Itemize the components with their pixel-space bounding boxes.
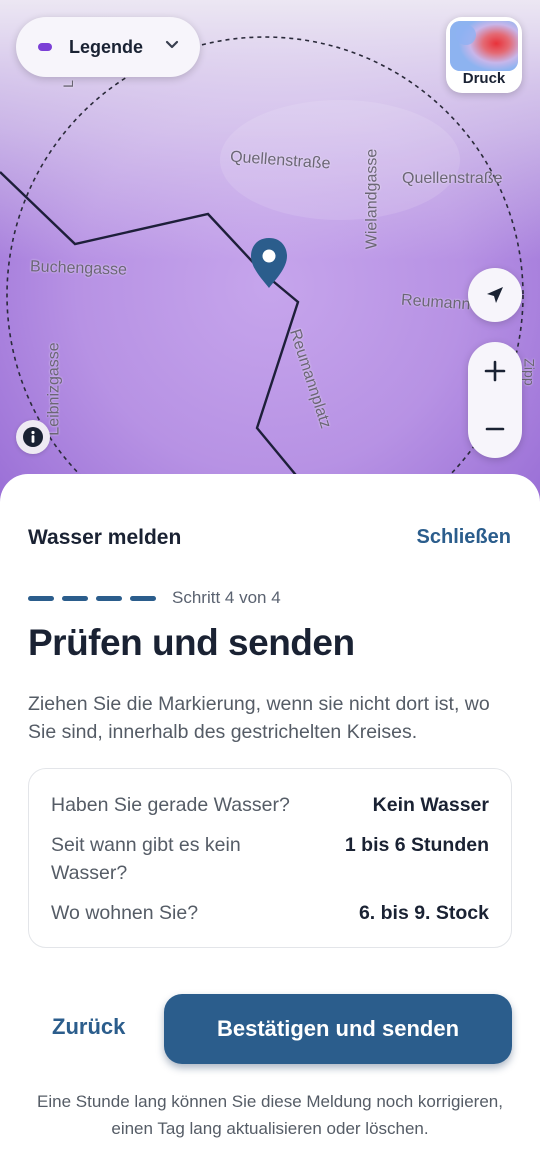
- zoom-out-button[interactable]: [468, 400, 522, 458]
- page-title: Prüfen und senden: [28, 622, 355, 663]
- summary-answer: 1 bis 6 Stunden: [344, 834, 489, 856]
- answers-summary-card: Haben Sie gerade Wasser? Kein Wasser Sei…: [28, 768, 512, 948]
- close-button[interactable]: Schließen: [417, 526, 511, 549]
- minus-icon: [485, 427, 505, 431]
- pressure-layer-button[interactable]: Druck: [446, 17, 522, 93]
- zoom-in-button[interactable]: [468, 342, 522, 400]
- summary-question: Haben Sie gerade Wasser?: [51, 794, 290, 816]
- chevron-down-icon: [165, 40, 179, 49]
- street-label: Quellenstraße: [402, 170, 503, 187]
- back-button[interactable]: Zurück: [52, 1014, 125, 1040]
- legend-label: Legende: [69, 36, 144, 57]
- step-progress: [28, 596, 164, 601]
- sheet-title: Wasser melden: [28, 526, 182, 549]
- progress-segment: [62, 596, 88, 601]
- summary-row: Wo wohnen Sie? 6. bis 9. Stock: [51, 899, 489, 927]
- street-label: Zipp: [521, 358, 538, 386]
- street-label: Buchengasse: [29, 258, 128, 279]
- summary-answer: Kein Wasser: [372, 794, 489, 816]
- progress-segment: [96, 596, 122, 601]
- map-view[interactable]: Quellenstraße Quellenstraße Buchengasse …: [0, 0, 540, 520]
- pressure-layer-label: Druck: [462, 70, 506, 87]
- progress-segment: [28, 596, 54, 601]
- legend-color-dot: [38, 43, 52, 51]
- map-info-button[interactable]: [16, 420, 50, 454]
- info-icon: [23, 427, 43, 447]
- instruction-text: Ziehen Sie die Markierung, wenn sie nich…: [28, 693, 490, 743]
- zoom-controls: [468, 342, 522, 458]
- pressure-layer-thumbnail: [450, 21, 518, 71]
- step-label: Schritt 4 von 4: [172, 588, 281, 607]
- plus-icon: [484, 360, 506, 382]
- summary-question: Wo wohnen Sie?: [51, 902, 199, 924]
- locate-button[interactable]: [468, 268, 522, 322]
- confirm-submit-button[interactable]: Bestätigen und senden: [164, 994, 512, 1064]
- summary-row: Haben Sie gerade Wasser? Kein Wasser: [51, 791, 489, 819]
- summary-answer: 6. bis 9. Stock: [358, 902, 489, 924]
- progress-segment: [130, 596, 156, 601]
- report-bottom-sheet: Wasser melden Schließen Schritt 4 von 4 …: [0, 474, 540, 1169]
- navigation-arrow-icon: [487, 287, 503, 303]
- legend-button[interactable]: Legende: [16, 17, 200, 77]
- edit-window-note: Eine Stunde lang können Sie diese Meldun…: [37, 1092, 503, 1138]
- street-label: Wielandgasse: [363, 148, 381, 250]
- summary-question: Seit wann gibt es kein Wasser?: [51, 834, 241, 884]
- street-label: Leibnizgasse: [45, 342, 63, 436]
- street-label: L: [59, 80, 76, 88]
- summary-row: Seit wann gibt es kein Wasser? 1 bis 6 S…: [51, 831, 489, 887]
